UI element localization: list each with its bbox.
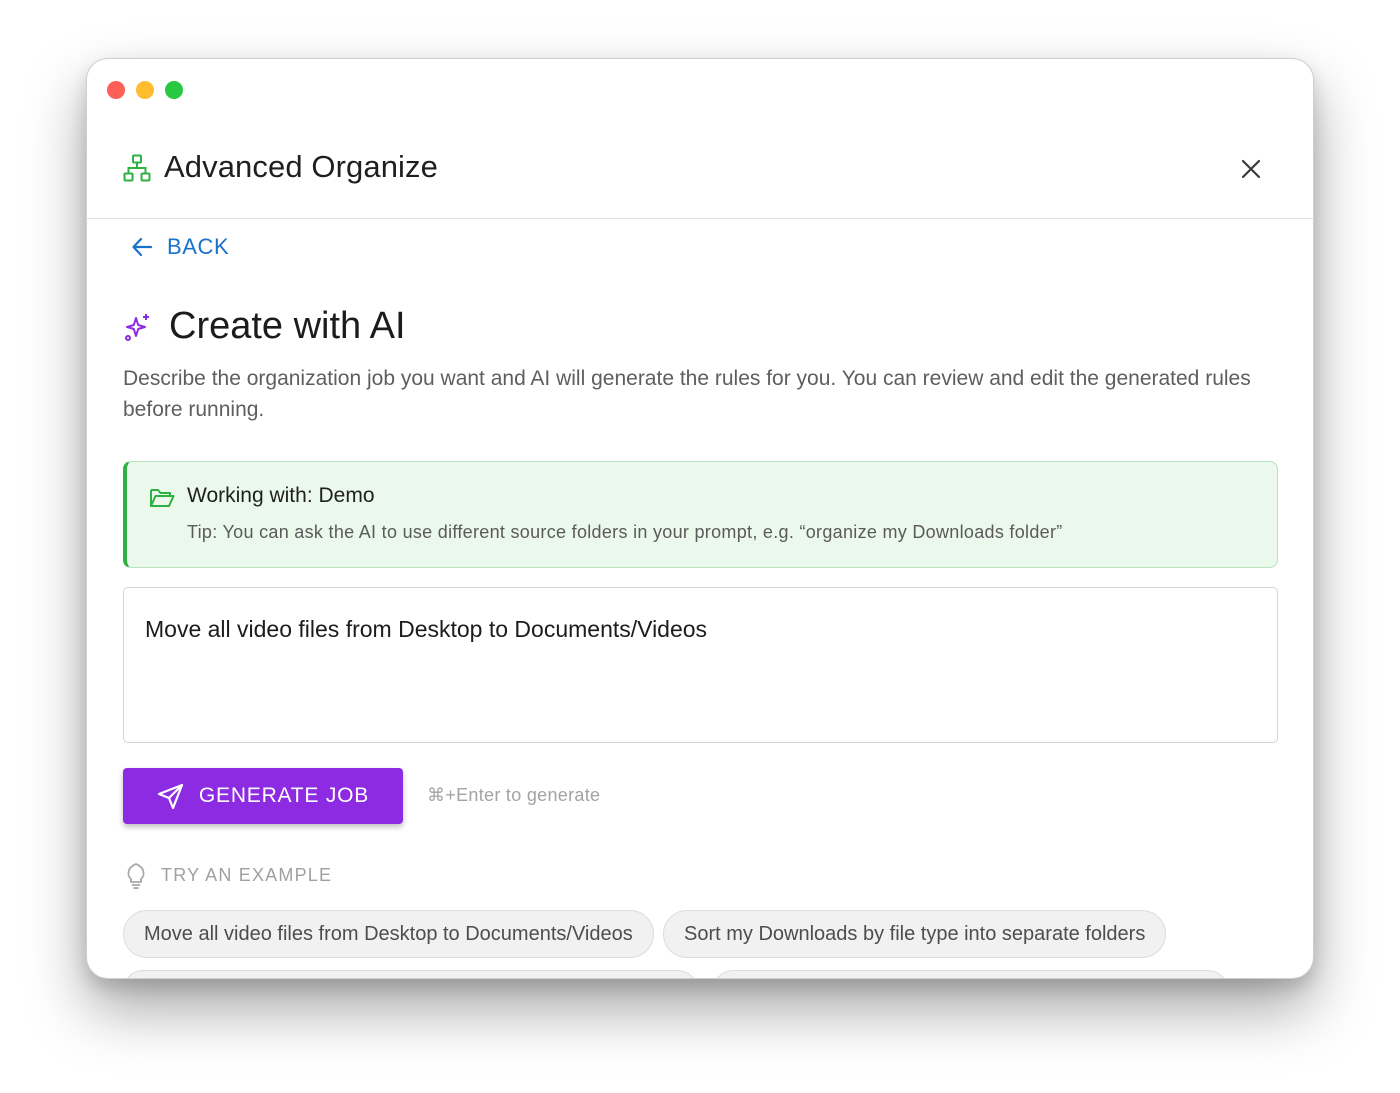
sparkles-icon [125, 313, 149, 341]
window-controls [107, 81, 183, 99]
example-chip-partial[interactable] [713, 970, 1228, 978]
send-icon [157, 783, 183, 810]
arrow-left-icon [132, 237, 153, 257]
example-chip[interactable]: Move all video files from Desktop to Doc… [123, 910, 654, 958]
section-title: Create with AI [169, 305, 406, 347]
close-window-button[interactable] [107, 81, 125, 99]
minimize-window-button[interactable] [136, 81, 154, 99]
generate-job-button[interactable]: GENERATE JOB [123, 768, 403, 824]
folder-open-icon [150, 489, 175, 507]
examples-label: TRY AN EXAMPLE [161, 864, 333, 885]
section-description: Describe the organization job you want a… [123, 367, 1251, 421]
sitemap-icon [123, 154, 151, 182]
generate-job-label: GENERATE JOB [198, 784, 370, 807]
dialog-header: Advanced Organize [87, 129, 1313, 219]
working-folder-info: Working with: Demo Tip: You can ask the … [123, 461, 1278, 568]
example-chip[interactable]: Sort my Downloads by file type into sepa… [663, 910, 1167, 958]
back-label: BACK [167, 234, 230, 259]
prompt-input[interactable]: Move all video files from Desktop to Doc… [123, 587, 1278, 743]
back-button[interactable]: BACK [131, 234, 229, 260]
examples-heading: TRY AN EXAMPLE [125, 861, 332, 889]
working-folder-title: Working with: Demo [187, 484, 375, 507]
app-window: Advanced Organize BACK Create with AI De… [86, 58, 1314, 979]
working-folder-tip: Tip: You can ask the AI to use different… [187, 522, 1063, 542]
maximize-window-button[interactable] [165, 81, 183, 99]
section-heading: Create with AI [123, 305, 406, 348]
dialog-title: Advanced Organize [164, 149, 438, 184]
close-icon[interactable] [1239, 157, 1263, 181]
lightbulb-icon [127, 863, 145, 889]
example-chip-partial[interactable] [123, 970, 698, 978]
shortcut-hint: ⌘+Enter to generate [427, 785, 601, 805]
